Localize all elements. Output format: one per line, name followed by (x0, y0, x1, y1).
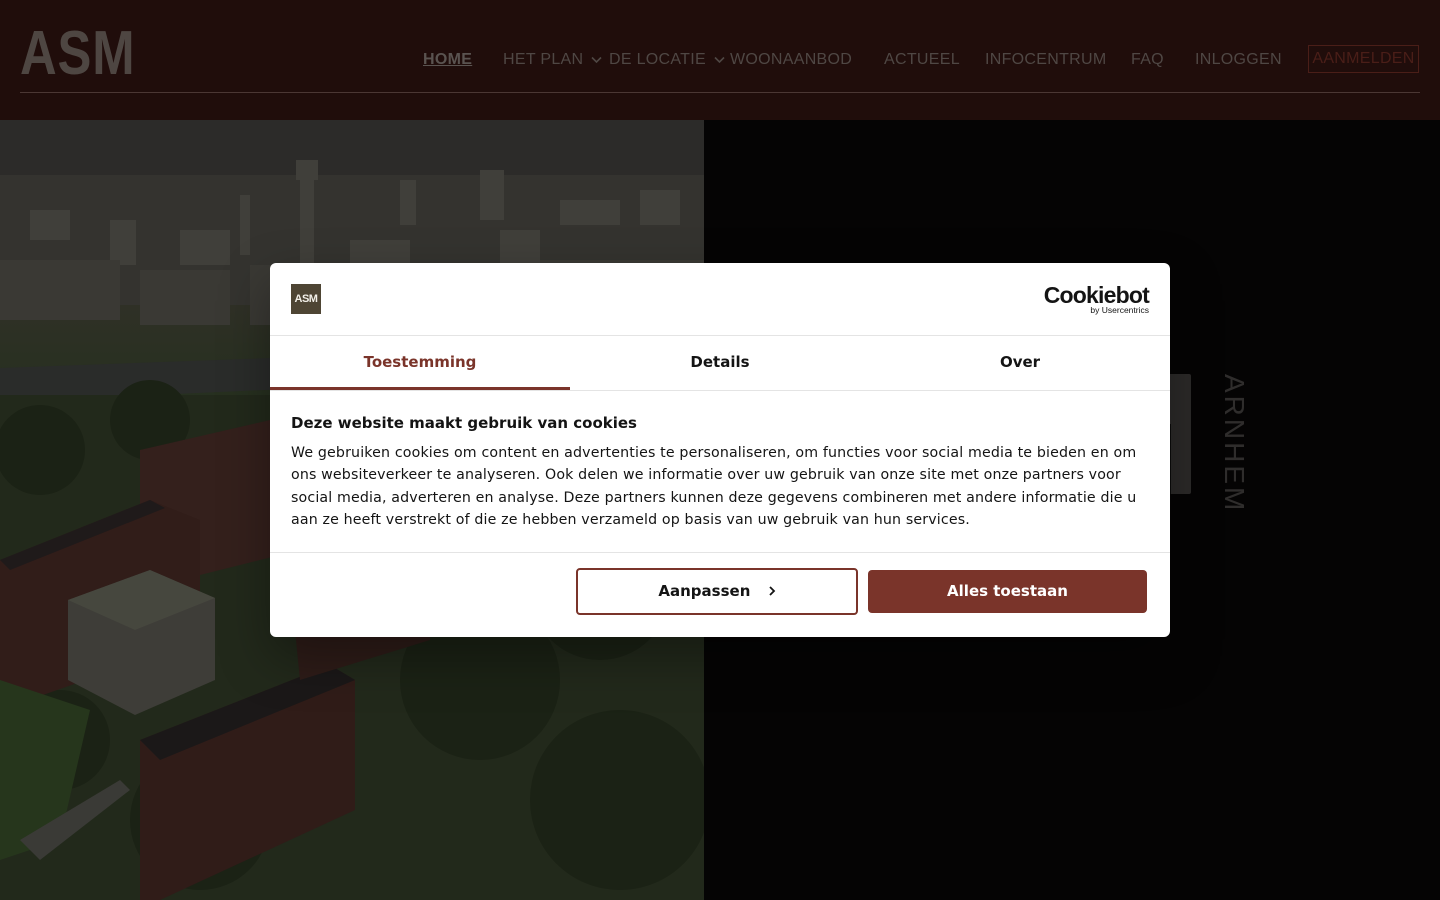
chevron-right-icon (768, 586, 775, 596)
dialog-title: Deze website maakt gebruik van cookies (291, 414, 637, 432)
customize-button-label: Aanpassen (658, 582, 751, 600)
tab-toestemming[interactable]: Toestemming (270, 336, 570, 390)
tab-over[interactable]: Over (870, 336, 1170, 390)
cookiebot-logo-text: Cookiebot (1043, 282, 1150, 308)
allow-all-button[interactable]: Alles toestaan (868, 570, 1147, 613)
dialog-footer: Aanpassen Alles toestaan (270, 552, 1170, 637)
tab-details[interactable]: Details (570, 336, 870, 390)
dialog-body: Deze website maakt gebruik van cookies W… (291, 413, 1149, 532)
dialog-description: We gebruiken cookies om content en adver… (291, 445, 1137, 529)
brand-logo: ASM (291, 284, 321, 314)
cookie-consent-dialog: ASM Cookiebot by Usercentrics Toestemmin… (270, 263, 1170, 637)
dialog-header: ASM Cookiebot by Usercentrics (270, 263, 1170, 336)
dialog-tabs: Toestemming Details Over (270, 336, 1170, 391)
cookiebot-logo[interactable]: Cookiebot by Usercentrics (1043, 282, 1150, 315)
customize-button[interactable]: Aanpassen (576, 568, 858, 615)
